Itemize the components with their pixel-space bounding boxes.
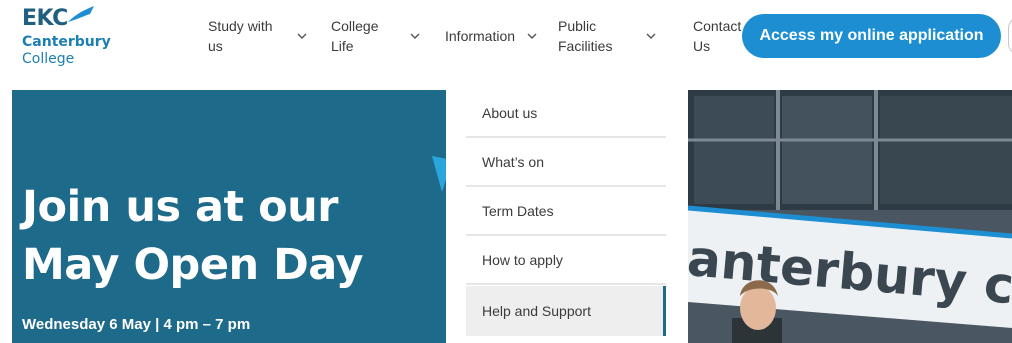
hero-subtitle: Wednesday 6 May | 4 pm – 7 pm: [22, 316, 251, 333]
nav-study-label: Study with us: [208, 18, 273, 54]
chevron-down-icon: [646, 33, 656, 39]
nav-public-facilities-label: Public Facilities: [558, 18, 613, 54]
hero-banner: Join us at our May Open Day Wednesday 6 …: [12, 90, 446, 343]
nav-information[interactable]: Information: [445, 14, 537, 58]
hero-campus-photo: anterbury co: [688, 90, 1012, 343]
nav-study-with-us[interactable]: Study with us: [208, 14, 307, 58]
search-toggle-button[interactable]: [1008, 18, 1012, 54]
logo-canterbury-text: Canterbury: [22, 34, 111, 50]
information-dropdown-menu: About us What’s on Term Dates How to app…: [446, 90, 688, 343]
dropdown-item-whats-on[interactable]: What’s on: [466, 139, 666, 187]
college-logo[interactable]: EKC Canterbury College: [22, 4, 122, 70]
nav-college-life-label: College Life: [331, 18, 379, 54]
chevron-down-icon: [410, 33, 420, 39]
logo-ekc-text: EKC: [22, 6, 68, 31]
nav-college-life[interactable]: College Life: [331, 14, 420, 58]
dropdown-item-how-to-apply[interactable]: How to apply: [466, 237, 666, 285]
dropdown-item-help-and-support[interactable]: Help and Support: [466, 286, 666, 336]
chevron-down-icon: [297, 33, 307, 39]
logo-swoosh-icon: [68, 6, 94, 22]
logo-college-text: College: [22, 51, 75, 67]
chevron-down-icon: [527, 33, 537, 39]
nav-public-facilities[interactable]: Public Facilities: [558, 14, 656, 58]
nav-contact-us-label: Contact Us: [693, 18, 742, 54]
site-header: EKC Canterbury College Study with us Col…: [0, 0, 1012, 90]
nav-contact-us[interactable]: Contact Us: [693, 14, 741, 58]
nav-information-label: Information: [445, 28, 516, 44]
access-online-application-button[interactable]: Access my online application: [742, 14, 1001, 58]
dropdown-item-about-us[interactable]: About us: [466, 90, 666, 138]
dropdown-item-term-dates[interactable]: Term Dates: [466, 188, 666, 236]
hero-title: Join us at our May Open Day: [22, 182, 363, 290]
campus-building-image: anterbury co: [688, 90, 1012, 343]
